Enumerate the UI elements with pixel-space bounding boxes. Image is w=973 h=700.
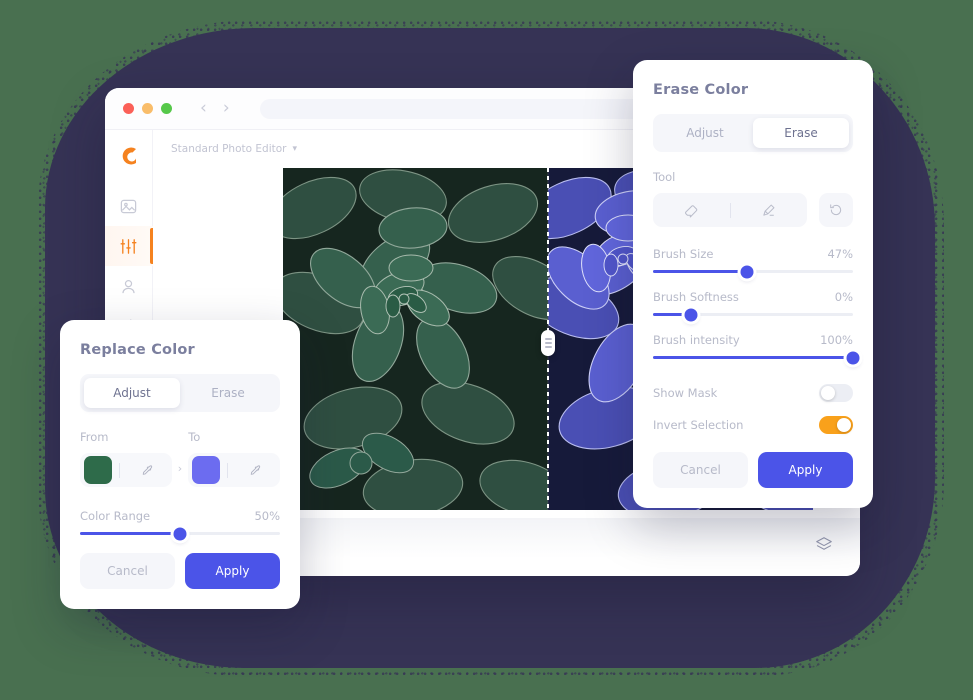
erase-panel-actions: Cancel Apply — [653, 452, 853, 488]
tab-erase[interactable]: Erase — [753, 118, 849, 148]
app-logo-icon — [117, 144, 141, 168]
invert-selection-switch[interactable] — [819, 416, 853, 434]
tool-row — [653, 193, 853, 227]
to-color-column: To — [188, 430, 280, 487]
toggle-show-mask: Show Mask — [653, 384, 853, 402]
minimize-window-button[interactable] — [142, 103, 153, 114]
preset-label: Standard Photo Editor — [171, 143, 287, 155]
slider-brush-intensity: Brush intensity 100% — [653, 333, 860, 364]
swatch-divider — [119, 462, 120, 478]
erase-color-panel: Erase Color Adjust Erase Tool Brush Size… — [633, 60, 873, 508]
tool-label: Tool — [653, 170, 676, 184]
split-compare-divider[interactable] — [541, 168, 555, 510]
slider-knob[interactable] — [846, 351, 860, 364]
slider-label: Color Range — [80, 509, 151, 523]
preset-selector[interactable]: Standard Photo Editor ▾ — [171, 143, 297, 155]
slider-value: 0% — [834, 290, 853, 304]
arrow-icon: › — [177, 462, 183, 475]
maximize-window-button[interactable] — [161, 103, 172, 114]
cancel-button[interactable]: Cancel — [80, 553, 175, 589]
sidebar-item-image[interactable] — [105, 186, 153, 226]
chevron-down-icon: ▾ — [292, 144, 298, 154]
panel-title: Replace Color — [80, 342, 195, 358]
chevron-right-icon[interactable]: › — [223, 100, 230, 117]
tab-adjust[interactable]: Adjust — [657, 118, 753, 148]
tool-group — [653, 193, 807, 227]
replace-panel-actions: Cancel Apply — [80, 553, 280, 589]
slider-brush-size: Brush Size 47% — [653, 247, 853, 278]
brush-icon[interactable] — [731, 193, 808, 227]
layers-icon[interactable] — [814, 535, 834, 559]
tab-erase[interactable]: Erase — [180, 378, 276, 408]
slider-value: 100% — [820, 333, 853, 347]
slider-knob[interactable] — [173, 527, 187, 540]
apply-button[interactable]: Apply — [758, 452, 853, 488]
address-bar[interactable] — [259, 98, 660, 119]
toggle-label: Invert Selection — [653, 418, 744, 432]
toggle-label: Show Mask — [653, 386, 718, 400]
from-color-column: From — [80, 430, 172, 487]
nav-arrows: ‹ › — [200, 100, 230, 117]
slider-track[interactable] — [653, 308, 853, 321]
divider-drag-handle[interactable] — [541, 330, 555, 356]
color-replace-row: From › To — [80, 430, 280, 487]
from-label: From — [80, 430, 109, 444]
panel-title: Erase Color — [653, 82, 749, 98]
toggle-invert-selection: Invert Selection — [653, 416, 853, 434]
swatch-divider — [227, 462, 229, 478]
tab-adjust[interactable]: Adjust — [84, 378, 180, 408]
eyedropper-icon[interactable] — [235, 463, 276, 478]
slider-brush-softness: Brush Softness 0% — [653, 290, 853, 321]
slider-track[interactable] — [80, 527, 280, 540]
sidebar-item-adjust[interactable] — [105, 226, 153, 266]
show-mask-switch[interactable] — [819, 384, 853, 402]
slider-track[interactable] — [653, 265, 853, 278]
apply-button[interactable]: Apply — [185, 553, 280, 589]
to-color-swatch[interactable] — [192, 456, 221, 484]
cancel-button[interactable]: Cancel — [653, 452, 748, 488]
slider-track[interactable] — [653, 351, 860, 364]
slider-label: Brush Size — [653, 247, 714, 261]
eyedropper-icon[interactable] — [127, 463, 168, 478]
chevron-left-icon[interactable]: ‹ — [200, 100, 207, 117]
photo-half-original — [283, 168, 548, 510]
slider-color-range: Color Range 50% — [80, 509, 280, 540]
replace-panel-tabs: Adjust Erase — [80, 374, 280, 412]
slider-value: 50% — [254, 509, 280, 523]
replace-color-panel: Replace Color Adjust Erase From › To Col… — [60, 320, 300, 609]
slider-value: 47% — [827, 247, 853, 261]
eraser-icon[interactable] — [653, 193, 730, 227]
slider-knob[interactable] — [684, 308, 698, 321]
sidebar-item-portrait[interactable] — [105, 266, 153, 306]
close-window-button[interactable] — [123, 103, 134, 114]
slider-label: Brush intensity — [653, 333, 740, 347]
traffic-lights — [123, 103, 172, 114]
erase-panel-tabs: Adjust Erase — [653, 114, 853, 152]
from-color-swatch[interactable] — [84, 456, 112, 484]
reset-icon[interactable] — [819, 193, 853, 227]
slider-label: Brush Softness — [653, 290, 739, 304]
slider-knob[interactable] — [740, 265, 754, 278]
to-label: To — [188, 430, 201, 444]
